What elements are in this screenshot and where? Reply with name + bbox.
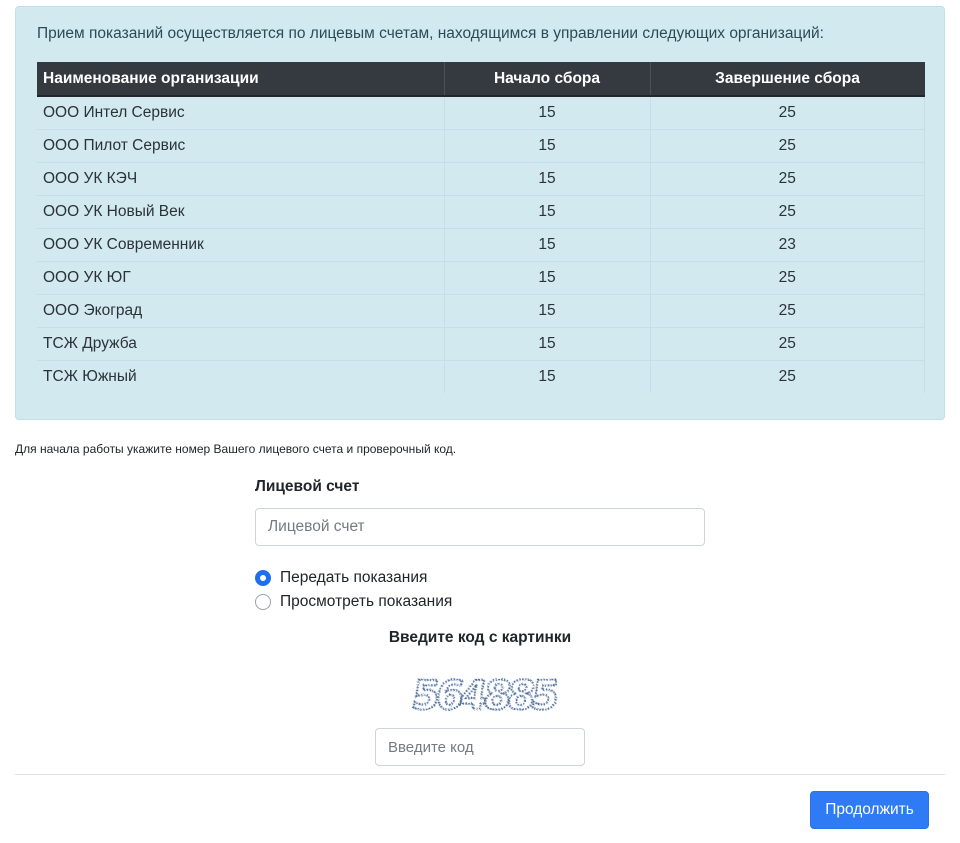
radio-button-submit[interactable]	[255, 570, 271, 586]
column-header-organization: Наименование организации	[37, 62, 445, 97]
form-divider	[15, 774, 945, 775]
account-input[interactable]	[255, 508, 705, 546]
radio-button-view[interactable]	[255, 594, 271, 610]
captcha-code-input[interactable]	[375, 728, 585, 766]
cell-organization: ООО УК ЮГ	[37, 260, 445, 294]
cell-organization: ТСЖ Южный	[37, 359, 445, 393]
captcha-code: 564885	[409, 673, 560, 719]
table-row: ТСЖ Южный 15 25	[37, 359, 925, 393]
cell-organization: ООО Экоград	[37, 293, 445, 327]
captcha-title: Введите код с картинки	[388, 629, 572, 646]
radio-submit-readings[interactable]: Передать показания	[255, 566, 705, 590]
cell-start: 15	[444, 260, 651, 294]
page: Прием показаний осуществляется по лицевы…	[0, 0, 960, 843]
table-row: ООО УК КЭЧ 15 25	[37, 161, 925, 195]
cell-end: 25	[650, 293, 925, 327]
radio-label-submit: Передать показания	[280, 569, 428, 586]
cell-start: 15	[444, 359, 651, 393]
instruction-text: Для начала работы укажите номер Вашего л…	[15, 442, 457, 456]
radio-view-readings[interactable]: Просмотреть показания	[255, 590, 705, 614]
cell-start: 15	[444, 326, 651, 360]
table-row: ООО Экоград 15 25	[37, 293, 925, 327]
account-label: Лицевой счет	[255, 478, 360, 495]
table-row: ООО Интел Сервис 15 25	[37, 95, 925, 129]
continue-button[interactable]: Продолжить	[810, 791, 929, 829]
cell-end: 25	[650, 95, 925, 129]
table-header-row: Наименование организации Начало сбора За…	[37, 62, 925, 97]
cell-start: 15	[444, 128, 651, 162]
table-row: ООО УК ЮГ 15 25	[37, 260, 925, 294]
table-row: ООО УК Новый Век 15 25	[37, 194, 925, 228]
organizations-table: Наименование организации Начало сбора За…	[37, 62, 925, 393]
table-body: ООО Интел Сервис 15 25 ООО Пилот Сервис 15 25…	[37, 95, 925, 393]
cell-start: 15	[444, 194, 651, 228]
cell-start: 15	[444, 227, 651, 261]
cell-start: 15	[444, 161, 651, 195]
cell-end: 25	[650, 359, 925, 393]
cell-end: 25	[650, 161, 925, 195]
column-header-start: Начало сбора	[444, 62, 651, 97]
table-row: ООО УК Современник 15 23	[37, 227, 925, 261]
action-radio-group: Передать показания Просмотреть показания	[255, 566, 705, 614]
cell-end: 25	[650, 194, 925, 228]
cell-start: 15	[444, 293, 651, 327]
cell-organization: ООО УК Новый Век	[37, 194, 445, 228]
captcha-image: 564885	[408, 672, 561, 720]
cell-organization: ООО Интел Сервис	[37, 95, 445, 129]
table-row: ООО Пилот Сервис 15 25	[37, 128, 925, 162]
table-row: ТСЖ Дружба 15 25	[37, 326, 925, 360]
account-form: Лицевой счет Передать показания Просмотр…	[255, 478, 705, 614]
cell-organization: ООО Пилот Сервис	[37, 128, 445, 162]
cell-end: 25	[650, 128, 925, 162]
cell-organization: ООО УК Современник	[37, 227, 445, 261]
cell-start: 15	[444, 95, 651, 129]
column-header-end: Завершение сбора	[650, 62, 925, 97]
cell-organization: ТСЖ Дружба	[37, 326, 445, 360]
cell-end: 25	[650, 260, 925, 294]
organizations-info-panel: Прием показаний осуществляется по лицевы…	[15, 6, 945, 420]
cell-end: 23	[650, 227, 925, 261]
cell-end: 25	[650, 326, 925, 360]
cell-organization: ООО УК КЭЧ	[37, 161, 445, 195]
info-text: Прием показаний осуществляется по лицевы…	[37, 25, 824, 42]
radio-label-view: Просмотреть показания	[280, 593, 453, 610]
